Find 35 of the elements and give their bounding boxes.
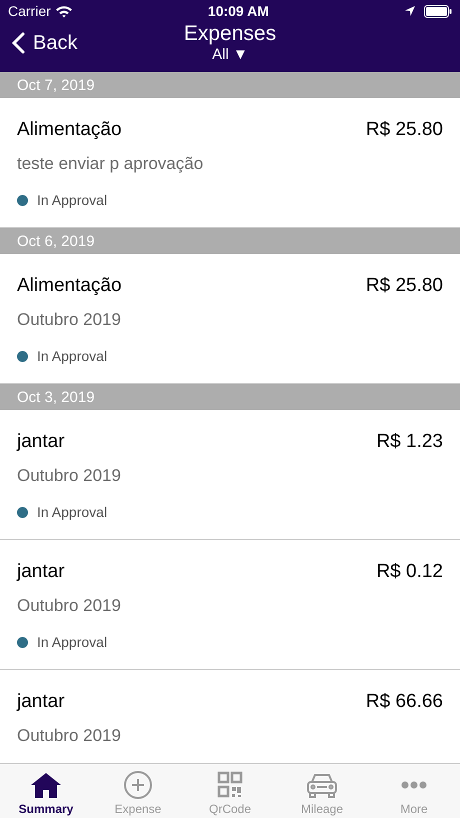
expense-category: jantar bbox=[17, 560, 65, 584]
status-label: In Approval bbox=[37, 347, 108, 366]
status-label: In Approval bbox=[37, 503, 108, 522]
location-icon bbox=[404, 5, 416, 17]
expense-category: Alimentação bbox=[17, 118, 122, 142]
home-icon bbox=[29, 770, 63, 800]
expense-category: Alimentação bbox=[17, 274, 122, 298]
expense-amount: R$ 66.66 bbox=[366, 690, 443, 714]
expense-description: Outubro 2019 bbox=[17, 308, 122, 330]
status-label: In Approval bbox=[37, 633, 108, 652]
plus-circle-icon bbox=[121, 770, 155, 800]
expense-amount: R$ 25.80 bbox=[366, 274, 443, 298]
expense-category: jantar bbox=[17, 690, 65, 714]
wifi-icon bbox=[54, 4, 73, 18]
screen-title: Expenses bbox=[184, 22, 276, 46]
tab-item[interactable]: Summary bbox=[0, 764, 92, 818]
carrier-label: Carrier bbox=[8, 2, 51, 20]
battery-icon bbox=[424, 4, 452, 18]
date-header: Oct 7, 2019 bbox=[0, 72, 460, 98]
filter-dropdown[interactable]: All ▼ bbox=[212, 46, 248, 64]
expense-description: Outubro 2019 bbox=[17, 464, 122, 486]
expense-amount: R$ 25.80 bbox=[366, 118, 443, 142]
back-button[interactable]: Back bbox=[4, 28, 86, 58]
expense-amount: R$ 1.23 bbox=[376, 430, 443, 454]
date-header: Oct 6, 2019 bbox=[0, 228, 460, 254]
expense-description: Outubro 2019 bbox=[17, 724, 122, 746]
clock: 10:09 AM bbox=[206, 2, 270, 20]
status-label: In Approval bbox=[37, 191, 108, 210]
chevron-left-icon bbox=[12, 32, 25, 54]
date-header: Oct 3, 2019 bbox=[0, 384, 460, 410]
expense-description: Outubro 2019 bbox=[17, 594, 122, 616]
expense-amount: R$ 0.12 bbox=[376, 560, 443, 584]
expense-description: teste enviar p aprovação bbox=[17, 152, 204, 175]
more-icon bbox=[401, 781, 427, 789]
expense-category: jantar bbox=[17, 430, 65, 454]
